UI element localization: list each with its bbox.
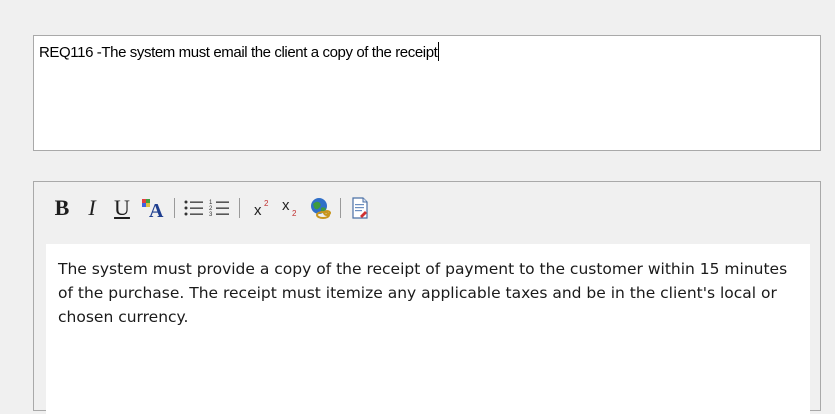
italic-button[interactable]: I	[80, 192, 104, 224]
toolbar-separator	[239, 198, 240, 218]
notes-text: The system must provide a copy of the re…	[58, 260, 788, 326]
bullet-list-icon-graphic	[184, 200, 203, 216]
requirement-name-text: REQ116 -The system must email the client…	[39, 44, 438, 61]
subscript-icon[interactable]: x 2	[278, 192, 306, 224]
bullet-list-icon[interactable]	[181, 192, 207, 224]
svg-text:2: 2	[292, 209, 297, 218]
svg-text:x: x	[282, 197, 290, 214]
toolbar-separator	[340, 198, 341, 218]
toolbar-separator	[174, 198, 175, 218]
hyperlink-globe-icon-graphic	[311, 198, 331, 219]
formatting-toolbar: B I U A 1 2 3 x 2 x 2	[34, 182, 820, 234]
superscript-icon-graphic: x 2	[254, 199, 269, 219]
numbered-list-icon[interactable]: 1 2 3	[207, 192, 233, 224]
svg-text:A: A	[149, 200, 164, 220]
svg-text:x: x	[254, 202, 262, 219]
svg-text:2: 2	[264, 199, 269, 208]
document-icon[interactable]	[347, 192, 373, 224]
hyperlink-globe-icon[interactable]	[306, 192, 334, 224]
text-cursor	[438, 42, 440, 61]
requirement-name-field[interactable]: REQ116 -The system must email the client…	[33, 35, 821, 151]
document-icon-graphic	[352, 197, 368, 219]
notes-text-area[interactable]: The system must provide a copy of the re…	[46, 244, 810, 414]
numbered-list-icon-graphic: 1 2 3	[209, 200, 229, 218]
superscript-icon[interactable]: x 2	[250, 192, 278, 224]
notes-editor-panel: B I U A 1 2 3 x 2 x 2 The system must pr…	[33, 181, 821, 414]
font-color-icon[interactable]: A	[138, 192, 168, 224]
svg-text:3: 3	[209, 212, 213, 218]
font-color-icon-graphic: A	[142, 199, 164, 220]
subscript-icon-graphic: x 2	[282, 197, 297, 218]
bold-button[interactable]: B	[50, 192, 74, 224]
underline-button[interactable]: U	[110, 192, 134, 224]
